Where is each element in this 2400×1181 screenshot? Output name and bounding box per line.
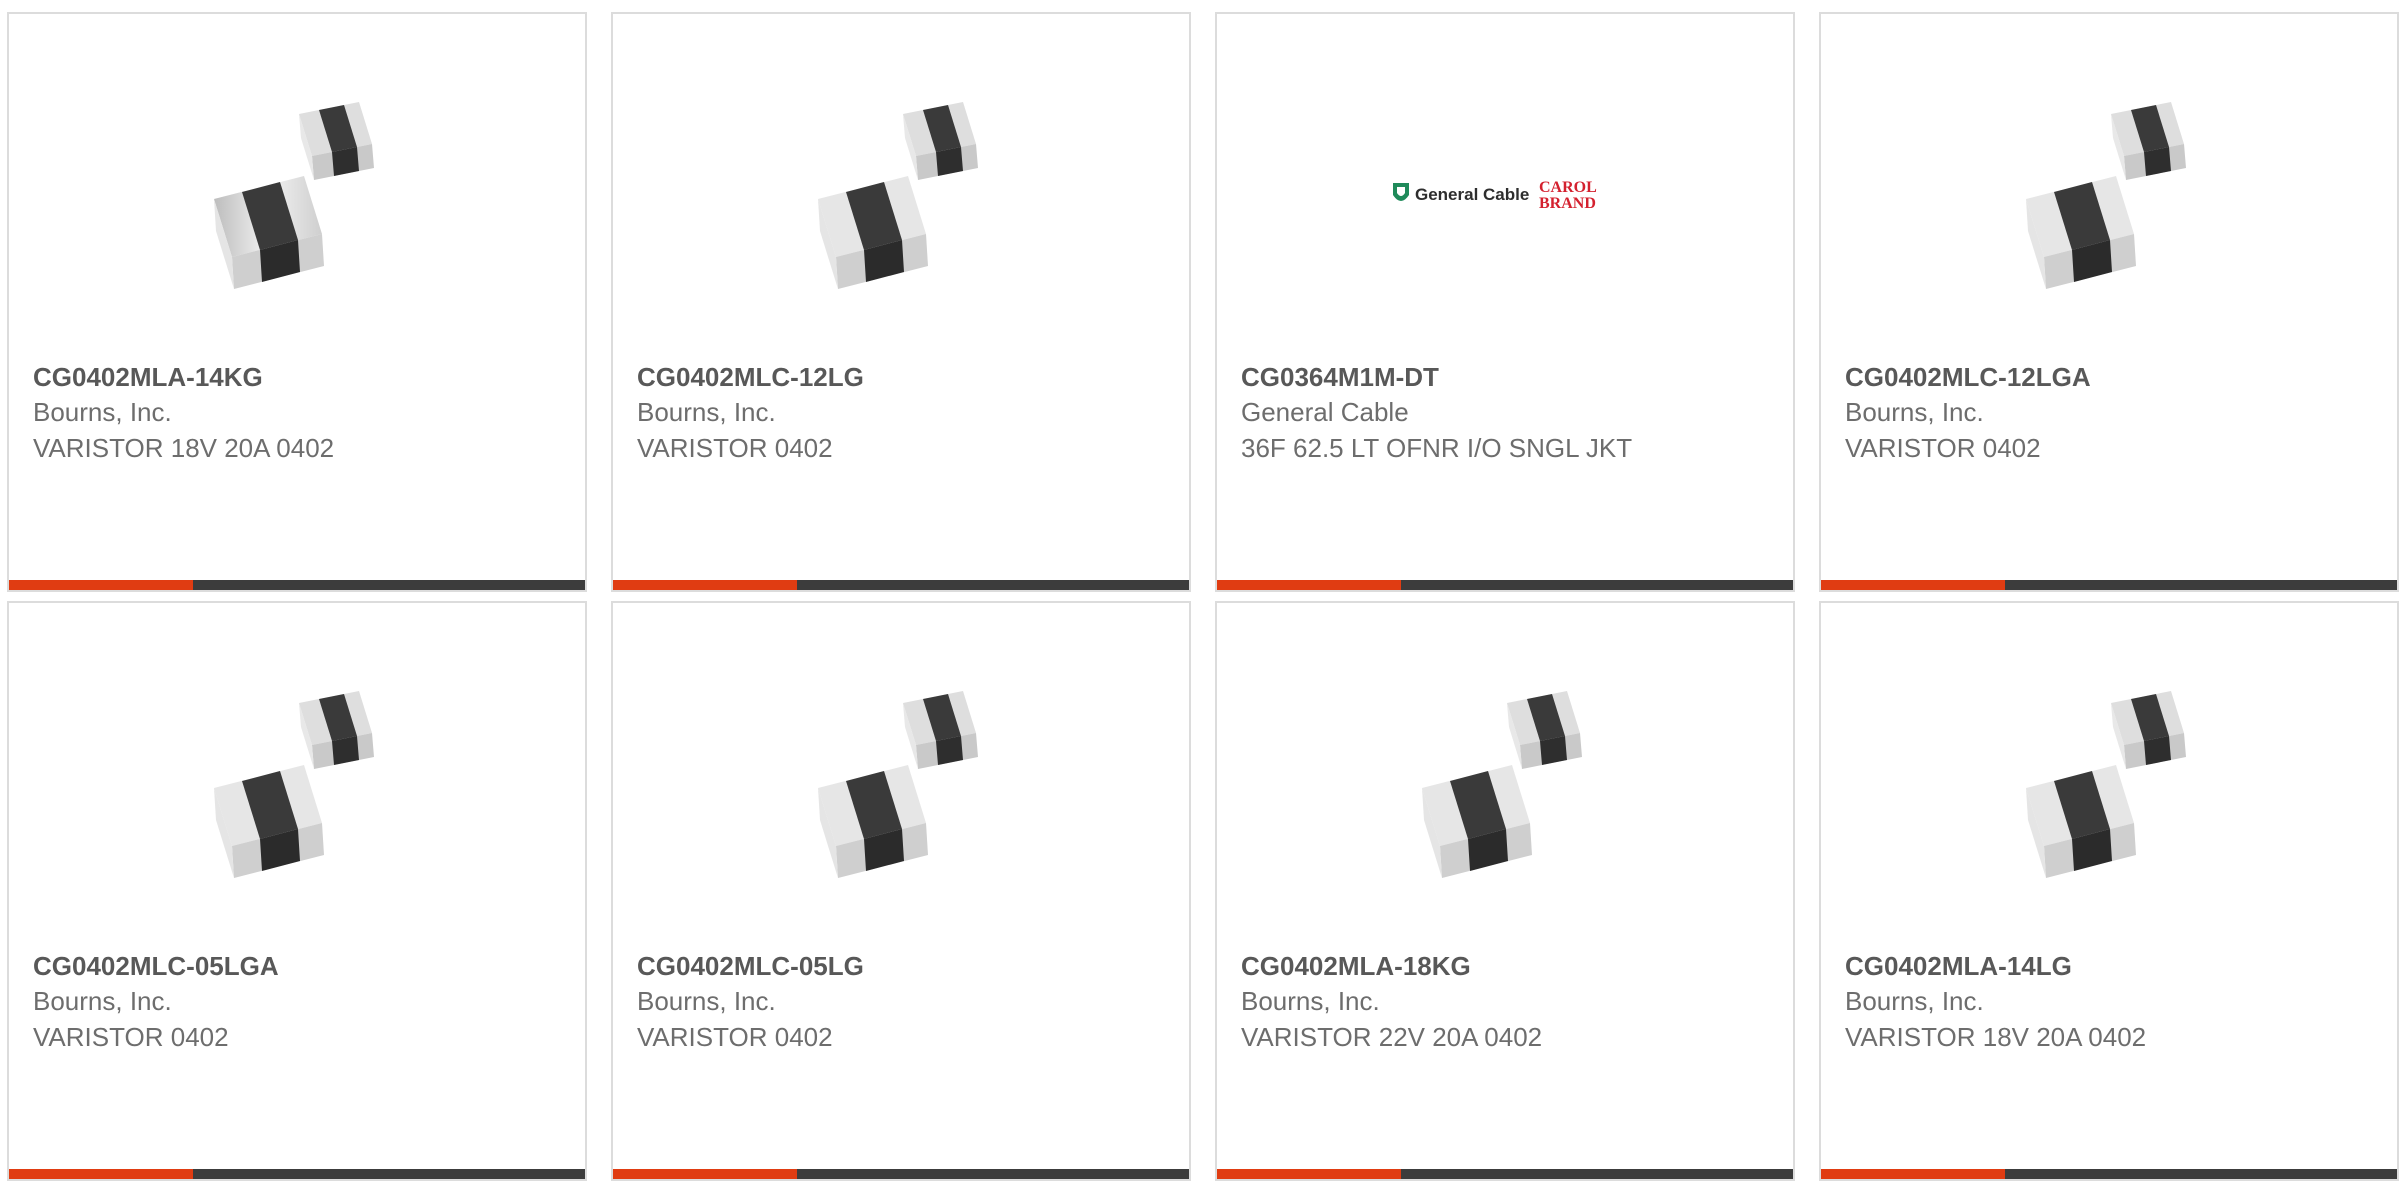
smd-chip-icon — [214, 691, 374, 878]
card-accent-bar — [613, 580, 797, 590]
product-card[interactable]: CG0402MLC-12LGA Bourns, Inc. VARISTOR 04… — [1819, 12, 2399, 592]
manufacturer-name: Bourns, Inc. — [1845, 986, 1984, 1016]
part-number[interactable]: CG0402MLA-18KG — [1241, 949, 1769, 983]
product-image — [798, 84, 1008, 294]
product-info: CG0402MLC-12LGA Bourns, Inc. VARISTOR 04… — [1845, 360, 2373, 466]
product-description: VARISTOR 0402 — [1845, 433, 2041, 463]
card-footer-bar — [1821, 580, 2397, 590]
manufacturer-name: Bourns, Inc. — [1845, 397, 1984, 427]
product-image — [1402, 673, 1612, 883]
manufacturer-name: General Cable — [1241, 397, 1409, 427]
card-footer-bar — [9, 1169, 585, 1179]
product-image: General Cable CAROL BRAND — [1387, 169, 1627, 219]
product-description: VARISTOR 0402 — [637, 1022, 833, 1052]
smd-chip-icon — [2026, 691, 2186, 878]
part-number[interactable]: CG0402MLC-12LG — [637, 360, 1165, 394]
svg-text:General Cable: General Cable — [1415, 185, 1529, 204]
card-accent-bar — [613, 1169, 797, 1179]
smd-chip-icon — [818, 102, 978, 289]
product-grid: CG0402MLA-14KG Bourns, Inc. VARISTOR 18V… — [0, 0, 2400, 1181]
product-info: CG0402MLA-18KG Bourns, Inc. VARISTOR 22V… — [1241, 949, 1769, 1055]
product-description: VARISTOR 18V 20A 0402 — [1845, 1022, 2147, 1052]
card-accent-bar — [1821, 580, 2005, 590]
product-description: 36F 62.5 LT OFNR I/O SNGL JKT — [1241, 433, 1633, 463]
product-card[interactable]: CG0402MLC-05LG Bourns, Inc. VARISTOR 040… — [611, 601, 1191, 1181]
general-cable-logo: General Cable CAROL BRAND — [1393, 179, 1597, 212]
card-accent-bar — [1217, 580, 1401, 590]
product-info: CG0402MLC-05LG Bourns, Inc. VARISTOR 040… — [637, 949, 1165, 1055]
smd-chip-icon — [818, 691, 978, 878]
part-number[interactable]: CG0402MLC-12LGA — [1845, 360, 2373, 394]
card-footer-bar — [9, 580, 585, 590]
product-card[interactable]: CG0402MLC-12LG Bourns, Inc. VARISTOR 040… — [611, 12, 1191, 592]
product-description: VARISTOR 22V 20A 0402 — [1241, 1022, 1543, 1052]
product-card[interactable]: General Cable CAROL BRAND CG0364M1M-DT G… — [1215, 12, 1795, 592]
card-accent-bar — [9, 1169, 193, 1179]
product-card[interactable]: CG0402MLA-18KG Bourns, Inc. VARISTOR 22V… — [1215, 601, 1795, 1181]
part-number[interactable]: CG0402MLA-14LG — [1845, 949, 2373, 983]
part-number[interactable]: CG0402MLC-05LGA — [33, 949, 561, 983]
manufacturer-name: Bourns, Inc. — [637, 397, 776, 427]
product-info: CG0402MLC-05LGA Bourns, Inc. VARISTOR 04… — [33, 949, 561, 1055]
product-info: CG0364M1M-DT General Cable 36F 62.5 LT O… — [1241, 360, 1769, 466]
manufacturer-name: Bourns, Inc. — [1241, 986, 1380, 1016]
product-card[interactable]: CG0402MLA-14KG Bourns, Inc. VARISTOR 18V… — [7, 12, 587, 592]
svg-text:BRAND: BRAND — [1539, 195, 1596, 212]
card-footer-bar — [1821, 1169, 2397, 1179]
manufacturer-name: Bourns, Inc. — [637, 986, 776, 1016]
card-footer-bar — [613, 580, 1189, 590]
card-footer-bar — [1217, 580, 1793, 590]
part-number[interactable]: CG0402MLA-14KG — [33, 360, 561, 394]
product-info: CG0402MLA-14LG Bourns, Inc. VARISTOR 18V… — [1845, 949, 2373, 1055]
smd-chip-icon — [214, 102, 374, 289]
card-accent-bar — [9, 580, 193, 590]
product-image — [798, 673, 1008, 883]
card-accent-bar — [1217, 1169, 1401, 1179]
part-number[interactable]: CG0402MLC-05LG — [637, 949, 1165, 983]
product-image — [2006, 673, 2216, 883]
part-number[interactable]: CG0364M1M-DT — [1241, 360, 1769, 394]
product-image — [194, 84, 404, 294]
product-description: VARISTOR 0402 — [637, 433, 833, 463]
product-card[interactable]: CG0402MLA-14LG Bourns, Inc. VARISTOR 18V… — [1819, 601, 2399, 1181]
smd-chip-icon — [1422, 691, 1582, 878]
product-image — [194, 673, 404, 883]
card-footer-bar — [613, 1169, 1189, 1179]
product-description: VARISTOR 0402 — [33, 1022, 229, 1052]
product-description: VARISTOR 18V 20A 0402 — [33, 433, 335, 463]
product-image — [2006, 84, 2216, 294]
manufacturer-name: Bourns, Inc. — [33, 397, 172, 427]
card-accent-bar — [1821, 1169, 2005, 1179]
manufacturer-name: Bourns, Inc. — [33, 986, 172, 1016]
product-info: CG0402MLC-12LG Bourns, Inc. VARISTOR 040… — [637, 360, 1165, 466]
product-card[interactable]: CG0402MLC-05LGA Bourns, Inc. VARISTOR 04… — [7, 601, 587, 1181]
product-info: CG0402MLA-14KG Bourns, Inc. VARISTOR 18V… — [33, 360, 561, 466]
smd-chip-icon — [2026, 102, 2186, 289]
svg-text:CAROL: CAROL — [1539, 179, 1597, 196]
card-footer-bar — [1217, 1169, 1793, 1179]
